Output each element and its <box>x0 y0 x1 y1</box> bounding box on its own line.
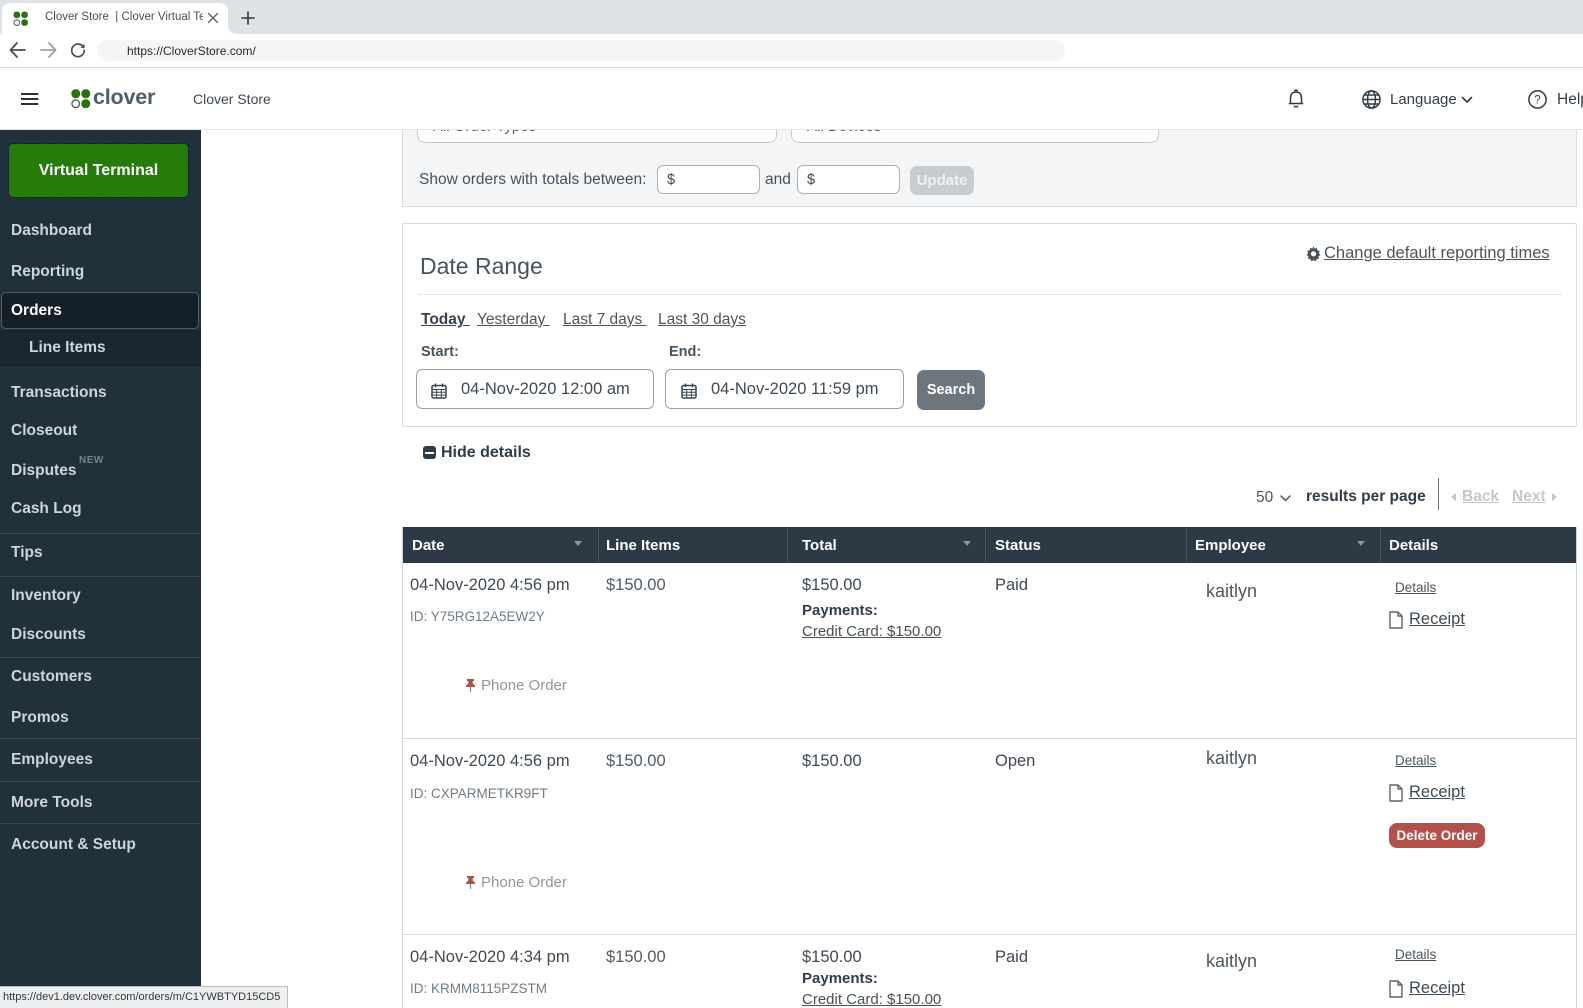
svg-text:?: ? <box>1534 95 1540 107</box>
